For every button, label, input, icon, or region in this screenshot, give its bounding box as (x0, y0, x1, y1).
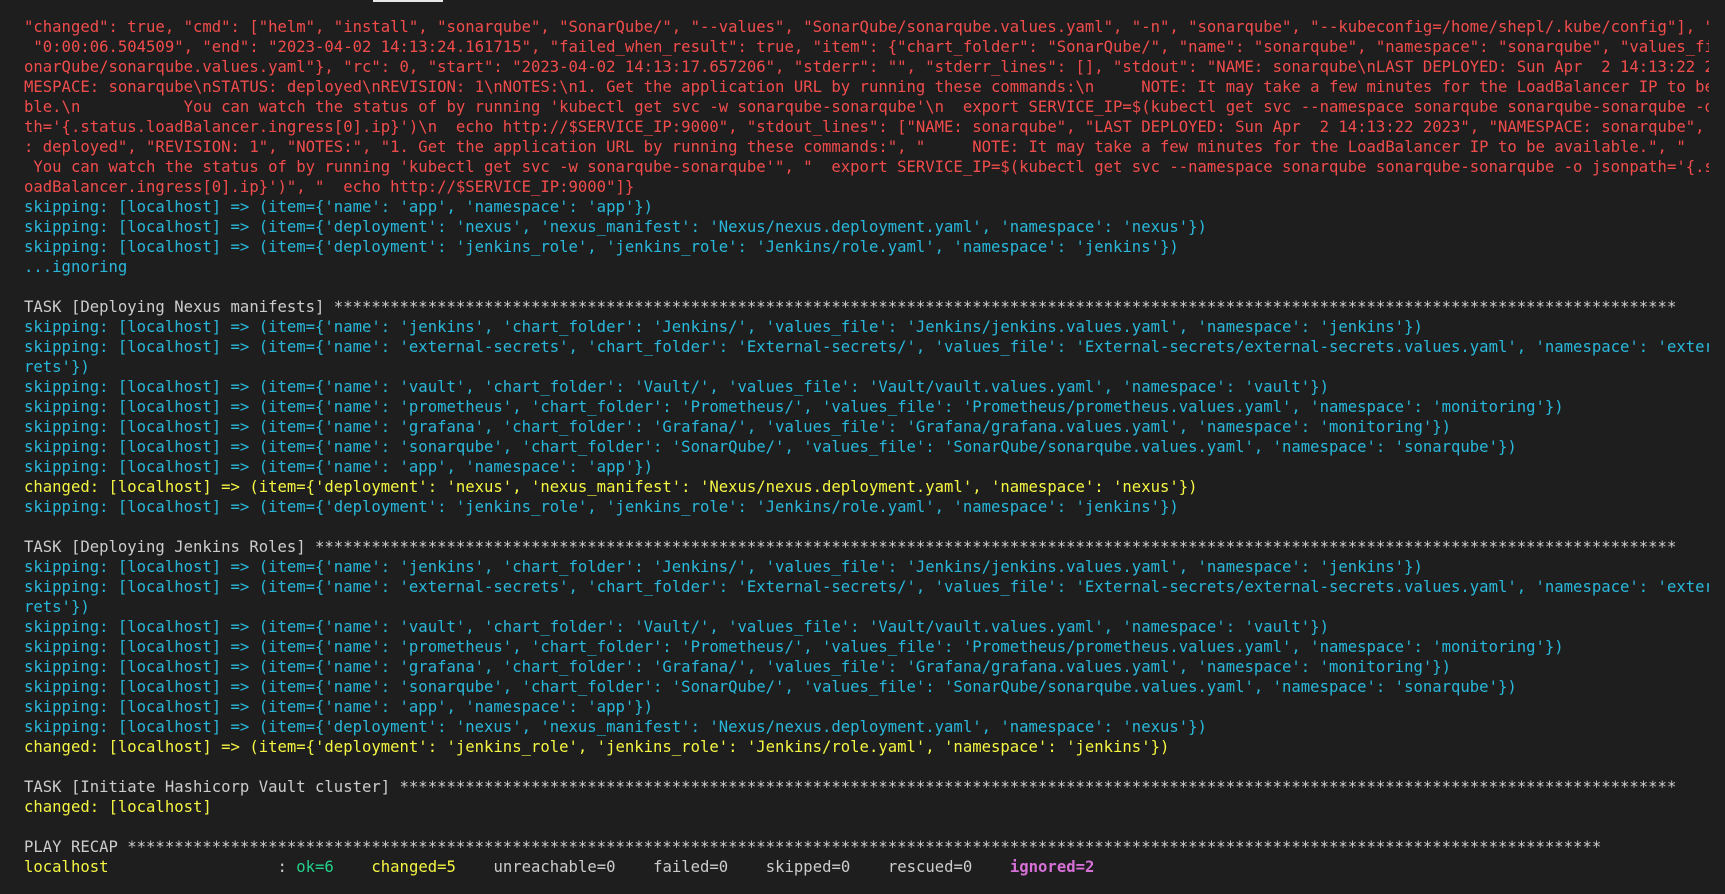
error-line: "changed": true, "cmd": ["helm", "instal… (24, 18, 1709, 36)
terminal-output[interactable]: "changed": true, "cmd": ["helm", "instal… (24, 17, 1709, 877)
task-deploying-jenkins-roles: TASK [Deploying Jenkins Roles] *********… (24, 537, 1709, 757)
skipping-line: skipping: [localhost] => (item={'name': … (24, 398, 1564, 416)
skipping-line: skipping: [localhost] => (item={'name': … (24, 558, 1423, 576)
changed-line: changed: [localhost] => (item={'deployme… (24, 478, 1198, 496)
error-line: : deployed", "REVISION: 1", "NOTES:", "1… (24, 138, 1686, 156)
recap-ignored: ignored=2 (1009, 858, 1095, 876)
skipping-line: skipping: [localhost] => (item={'name': … (24, 318, 1423, 336)
skipping-line: skipping: [localhost] => (item={'name': … (24, 338, 1709, 356)
skipping-line: skipping: [localhost] => (item={'name': … (24, 678, 1517, 696)
skipping-line: skipping: [localhost] => (item={'name': … (24, 378, 1329, 396)
recap-ok: ok=6 (296, 858, 334, 876)
skipping-line: skipping: [localhost] => (item={'name': … (24, 658, 1452, 676)
recap-separator: : (108, 858, 297, 876)
skipping-line: skipping: [localhost] => (item={'name': … (24, 698, 654, 716)
error-line: MESPACE: sonarqube\nSTATUS: deployed\nRE… (24, 78, 1709, 96)
play-recap: PLAY RECAP *****************************… (24, 837, 1709, 877)
task-deploying-nexus: TASK [Deploying Nexus manifests] *******… (24, 297, 1709, 517)
skipping-line: skipping: [localhost] => (item={'name': … (24, 578, 1709, 596)
changed-line: changed: [localhost] => (item={'deployme… (24, 738, 1170, 756)
error-line: You can watch the status of by running '… (24, 158, 1709, 176)
skipping-line: skipping: [localhost] => (item={'deploym… (24, 498, 1179, 516)
skipping-line: skipping: [localhost] => (item={'name': … (24, 438, 1517, 456)
skipping-line: skipping: [localhost] => (item={'deploym… (24, 238, 1179, 256)
skipping-line: skipping: [localhost] => (item={'deploym… (24, 718, 1207, 736)
skipping-line: rets'}) (24, 358, 90, 376)
task-initiate-vault: TASK [Initiate Hashicorp Vault cluster] … (24, 777, 1709, 817)
task-header: TASK [Deploying Nexus manifests] *******… (24, 298, 1677, 316)
skipping-line: rets'}) (24, 598, 90, 616)
error-line: ble.\n You can watch the status of by ru… (24, 98, 1709, 116)
error-line: "0:00:06.504509", "end": "2023-04-02 14:… (24, 38, 1709, 56)
recap-skipped: skipped=0 (765, 858, 851, 876)
recap-header: PLAY RECAP *****************************… (24, 838, 1602, 856)
skipping-line: skipping: [localhost] => (item={'name': … (24, 618, 1329, 636)
error-output-block: "changed": true, "cmd": ["helm", "instal… (24, 17, 1709, 197)
active-tab-indicator (373, 0, 443, 2)
recap-host: localhost (24, 858, 109, 876)
skipping-line: skipping: [localhost] => (item={'name': … (24, 458, 654, 476)
error-line: oadBalancer.ingress[0].ip}')", " echo ht… (24, 178, 635, 196)
changed-line: changed: [localhost] (24, 798, 212, 816)
error-line: onarQube/sonarqube.values.yaml"}, "rc": … (24, 58, 1709, 76)
task-header: TASK [Deploying Jenkins Roles] *********… (24, 538, 1677, 556)
recap-rescued: rescued=0 (887, 858, 973, 876)
skipping-line: skipping: [localhost] => (item={'name': … (24, 638, 1564, 656)
skipping-line: skipping: [localhost] => (item={'name': … (24, 198, 654, 216)
skipped-items-block: skipping: [localhost] => (item={'name': … (24, 197, 1709, 277)
recap-unreachable: unreachable=0 (493, 858, 616, 876)
recap-failed: failed=0 (653, 858, 729, 876)
ignoring-line: ...ignoring (24, 258, 128, 276)
skipping-line: skipping: [localhost] => (item={'deploym… (24, 218, 1207, 236)
recap-row: localhost : ok=6 changed=5 unreachable=0… (24, 857, 1709, 877)
skipping-line: skipping: [localhost] => (item={'name': … (24, 418, 1452, 436)
task-header: TASK [Initiate Hashicorp Vault cluster] … (24, 778, 1677, 796)
error-line: th='{.status.loadBalancer.ingress[0].ip}… (24, 118, 1709, 136)
recap-changed: changed=5 (371, 858, 456, 876)
